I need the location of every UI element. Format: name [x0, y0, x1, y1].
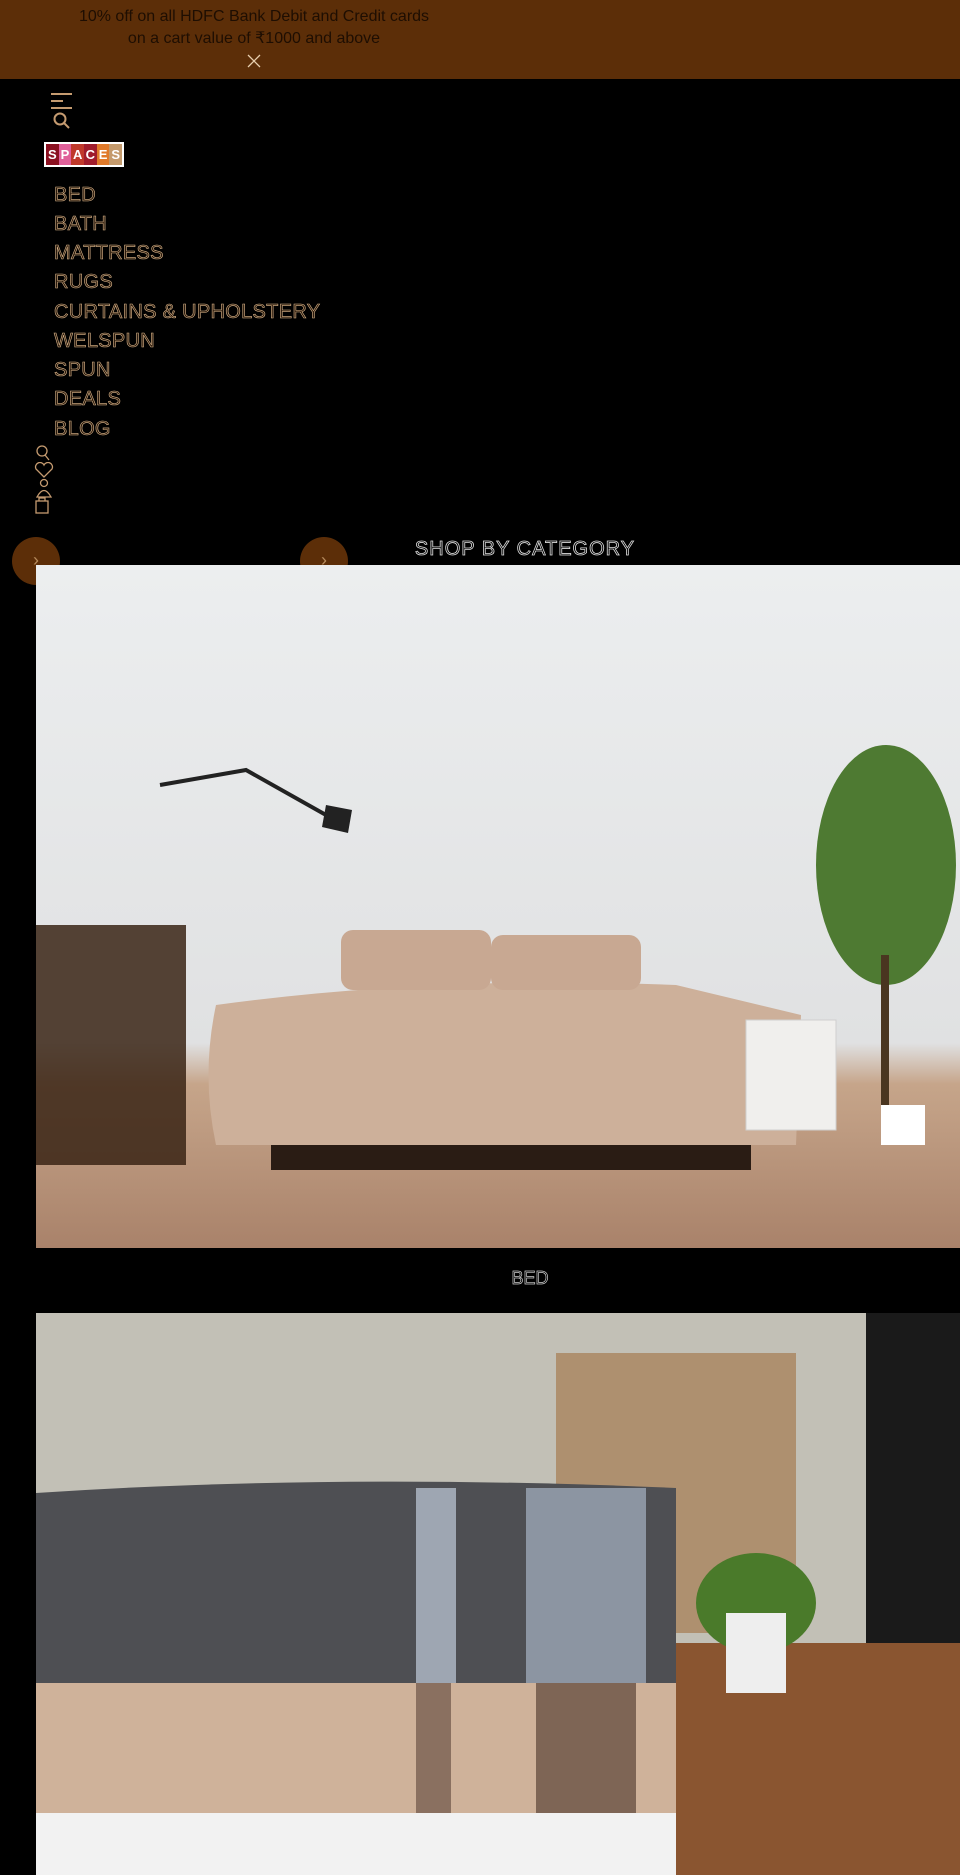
logo-letter: S: [109, 144, 123, 165]
logo-letter: E: [96, 144, 110, 165]
towels-photo: [36, 1313, 960, 1875]
logo-letter: S: [46, 144, 59, 165]
bedroom-photo: [36, 565, 960, 1248]
promo-banner: 10% off on all HDFC Bank Debit and Credi…: [0, 0, 960, 79]
nav-welspun[interactable]: WELSPUN: [54, 330, 155, 353]
category-label-bed[interactable]: BED: [380, 1268, 680, 1289]
logo-letter: C: [84, 144, 97, 165]
hamburger-menu-icon[interactable]: [50, 92, 74, 110]
nav-blog[interactable]: BLOG: [54, 418, 111, 441]
category-image-bath[interactable]: [36, 1313, 960, 1875]
promo-line-1: 10% off on all HDFC Bank Debit and Credi…: [78, 8, 430, 25]
section-title: SHOP BY CATEGORY: [414, 538, 636, 561]
search-icon[interactable]: [34, 444, 54, 462]
close-icon[interactable]: [245, 52, 263, 70]
nav-spun[interactable]: SPUN: [54, 359, 111, 382]
account-user-icon[interactable]: [34, 478, 54, 498]
nav-curtains-upholstery[interactable]: CURTAINS & UPHOLSTERY: [54, 301, 321, 324]
nav-deals[interactable]: DEALS: [54, 388, 121, 411]
nav-mattress[interactable]: MATTRESS: [54, 242, 164, 265]
nav-bed[interactable]: BED: [54, 184, 96, 207]
logo-letter: P: [58, 144, 72, 165]
promo-line-2: on a cart value of ₹1000 and above: [127, 30, 381, 47]
search-icon[interactable]: [52, 112, 72, 130]
spaces-logo[interactable]: S P A C E S: [44, 142, 124, 167]
nav-rugs[interactable]: RUGS: [54, 271, 113, 294]
nav-bath[interactable]: BATH: [54, 213, 107, 236]
wishlist-heart-icon[interactable]: [34, 462, 54, 478]
logo-letter: A: [71, 144, 85, 165]
category-image-bed[interactable]: [36, 565, 960, 1248]
cart-bag-icon[interactable]: [34, 496, 50, 514]
